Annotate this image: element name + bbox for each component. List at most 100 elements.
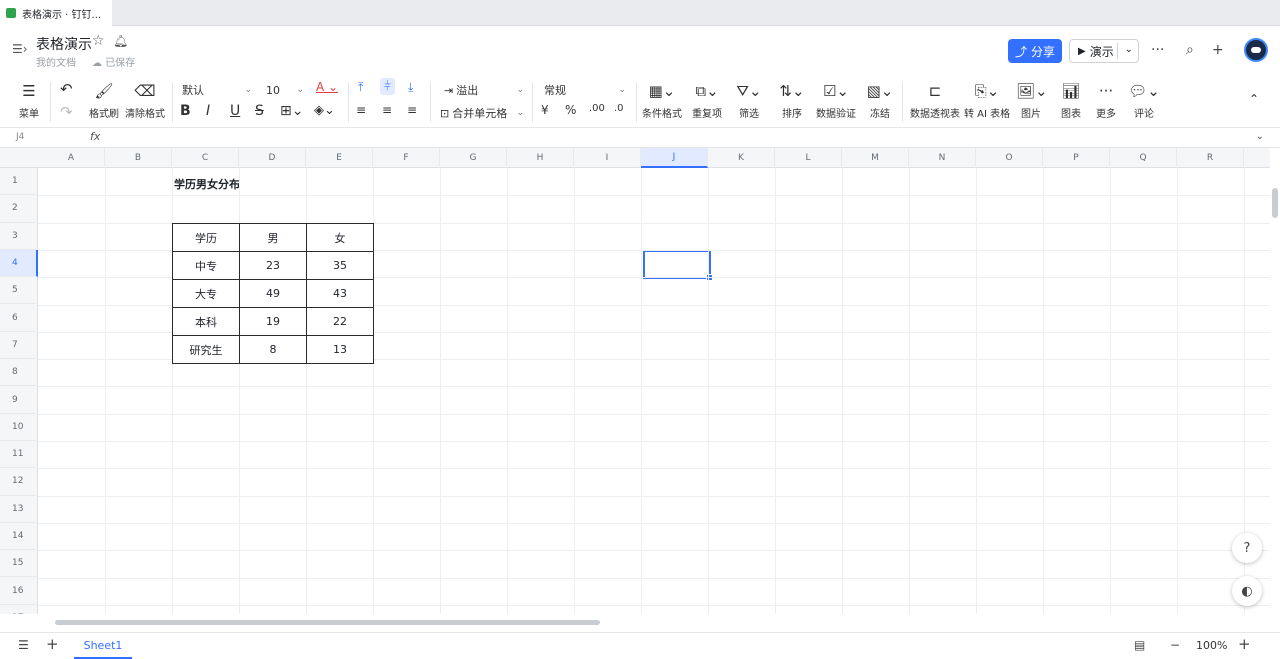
italic-icon[interactable]: I [206, 103, 210, 119]
column-label[interactable]: P [1043, 148, 1110, 168]
table-cell[interactable]: 本科 [172, 307, 240, 336]
filter-button[interactable]: ⛛⌄ 筛选 [734, 82, 764, 120]
image-button[interactable]: 🖼︎⌄ 图片 [1016, 82, 1048, 120]
table-cell[interactable]: 22 [306, 307, 374, 336]
font-size-select[interactable]: 10 ⌄ [262, 80, 306, 100]
table-cell[interactable]: 研究生 [172, 335, 240, 364]
column-label[interactable]: I [574, 148, 641, 168]
table-cell[interactable]: 19 [239, 307, 307, 336]
row-label[interactable]: 12 [0, 468, 38, 496]
clear-format-button[interactable]: ⌫ 清除格式 [124, 82, 166, 120]
theme-toggle-icon[interactable]: ◐ [1232, 576, 1262, 606]
zoom-in-icon[interactable]: + [1238, 635, 1251, 653]
table-title[interactable]: 学历男女分布 [174, 176, 240, 192]
align-middle-icon[interactable]: ⫩ [380, 78, 395, 95]
row-label[interactable]: 4 [0, 249, 38, 278]
zoom-out-icon[interactable]: − [1170, 638, 1180, 652]
sort-button[interactable]: ⇅⌄ 排序 [776, 82, 808, 120]
column-label[interactable]: G [440, 148, 507, 168]
border-icon[interactable]: ⊞⌄ [280, 103, 303, 119]
avatar[interactable] [1244, 38, 1268, 62]
column-label[interactable]: L [775, 148, 842, 168]
data-table[interactable]: 学历 男 女 中专 23 35 大专 49 43 本科 19 22 研究生 8 13 [172, 223, 374, 364]
table-cell[interactable]: 13 [306, 335, 374, 364]
chevron-down-icon[interactable]: ⌄ [1256, 131, 1264, 142]
underline-icon[interactable]: U [230, 103, 240, 119]
freeze-button[interactable]: ▧⌄ 冻结 [864, 82, 896, 120]
row-label[interactable]: 13 [0, 496, 38, 523]
sheet-list-icon[interactable]: ☰ [18, 638, 29, 652]
chevron-down-icon[interactable]: ⌄ [1125, 44, 1133, 55]
search-icon[interactable]: ⌕ [1186, 42, 1194, 58]
column-label[interactable]: J [641, 148, 708, 168]
more-icon[interactable]: ··· [1151, 42, 1164, 58]
column-label[interactable]: O [976, 148, 1043, 168]
comment-button[interactable]: 💬︎⌄ 评论 [1128, 82, 1160, 120]
number-format-select[interactable]: 常规 ⌄ [540, 80, 628, 100]
decrease-decimal-icon[interactable]: .00 [589, 103, 605, 114]
column-label[interactable]: F [373, 148, 440, 168]
increase-decimal-icon[interactable]: .0 [614, 103, 624, 114]
column-label[interactable]: D [239, 148, 306, 168]
column-label[interactable]: C [172, 148, 239, 168]
row-label[interactable]: 15 [0, 550, 38, 578]
table-cell[interactable]: 43 [306, 279, 374, 308]
column-label[interactable]: H [507, 148, 574, 168]
horizontal-scrollbar[interactable] [55, 620, 600, 625]
convert-ai-table-button[interactable]: ⎘⌄ 转 AI 表格 [964, 82, 1010, 120]
notification-icon[interactable]: 🔔︎ [113, 34, 128, 48]
table-cell[interactable]: 大专 [172, 279, 240, 308]
table-cell[interactable]: 中专 [172, 251, 240, 280]
format-painter-button[interactable]: 🖌︎ 格式刷 [86, 82, 122, 120]
selected-cell[interactable] [643, 250, 713, 281]
column-label[interactable]: M [842, 148, 909, 168]
breadcrumb[interactable]: 我的文档 [36, 54, 76, 69]
add-sheet-icon[interactable]: + [46, 635, 59, 653]
duplicates-button[interactable]: ⧉⌄ 重复项 [688, 82, 726, 120]
conditional-format-button[interactable]: ▦⌄ 条件格式 [640, 82, 684, 120]
present-button[interactable]: ▶ 演示 ⌄ [1069, 39, 1139, 63]
table-cell[interactable]: 23 [239, 251, 307, 280]
cell-area[interactable]: 学历男女分布 学历 男 女 中专 23 35 大专 49 43 本科 19 22 研究生 8 13 [38, 168, 1270, 614]
row-label[interactable]: 10 [0, 414, 38, 441]
row-label[interactable]: 16 [0, 578, 38, 605]
font-select[interactable]: 默认 ⌄ [178, 80, 254, 100]
row-label[interactable]: 9 [0, 386, 38, 414]
currency-icon[interactable]: ¥ [541, 103, 549, 117]
row-label[interactable]: 17 [0, 605, 38, 614]
bold-icon[interactable]: B [180, 103, 191, 119]
row-label[interactable]: 8 [0, 359, 38, 387]
row-label[interactable]: 6 [0, 305, 38, 332]
merge-cells-select[interactable]: ⊡ 合并单元格 ⌄ [436, 103, 526, 123]
zoom-level[interactable]: 100% [1196, 639, 1227, 652]
header-cell[interactable]: 男 [239, 223, 307, 252]
redo-icon[interactable]: ↷ [60, 103, 73, 121]
pivot-table-button[interactable]: ⊏ 数据透视表 [908, 82, 962, 120]
table-cell[interactable]: 35 [306, 251, 374, 280]
align-left-icon[interactable]: ≡ [356, 103, 366, 117]
row-label[interactable]: 7 [0, 332, 38, 360]
align-right-icon[interactable]: ≡ [407, 103, 417, 117]
doc-title[interactable]: 表格演示 [36, 34, 92, 54]
collapse-toolbar-icon[interactable]: ⌃ [1249, 92, 1259, 106]
align-bottom-icon[interactable]: ⤓ [408, 80, 413, 95]
align-top-icon[interactable]: ⤒ [358, 80, 363, 95]
data-validation-button[interactable]: ☑⌄ 数据验证 [814, 82, 858, 120]
share-button[interactable]: ⤴ 分享 [1008, 39, 1062, 63]
table-cell[interactable]: 49 [239, 279, 307, 308]
outline-menu-icon[interactable]: ☰› [12, 42, 28, 56]
star-icon[interactable]: ☆ [92, 33, 105, 49]
row-label[interactable]: 1 [0, 168, 38, 196]
strikethrough-icon[interactable]: S [255, 103, 264, 119]
align-center-icon[interactable]: ≡ [382, 103, 392, 117]
fill-color-icon[interactable]: ◈⌄ [314, 103, 335, 118]
row-label[interactable]: 2 [0, 195, 38, 223]
column-label[interactable]: R [1177, 148, 1244, 168]
sheet-tab[interactable]: Sheet1 [74, 633, 132, 659]
row-label[interactable]: 3 [0, 223, 38, 250]
undo-icon[interactable]: ↶ [60, 80, 73, 98]
layout-icon[interactable]: ▤ [1134, 638, 1145, 652]
menu-button[interactable]: ☰ 菜单 [14, 82, 44, 120]
more-button[interactable]: ··· 更多 [1092, 82, 1120, 120]
vertical-scrollbar[interactable] [1272, 188, 1278, 218]
